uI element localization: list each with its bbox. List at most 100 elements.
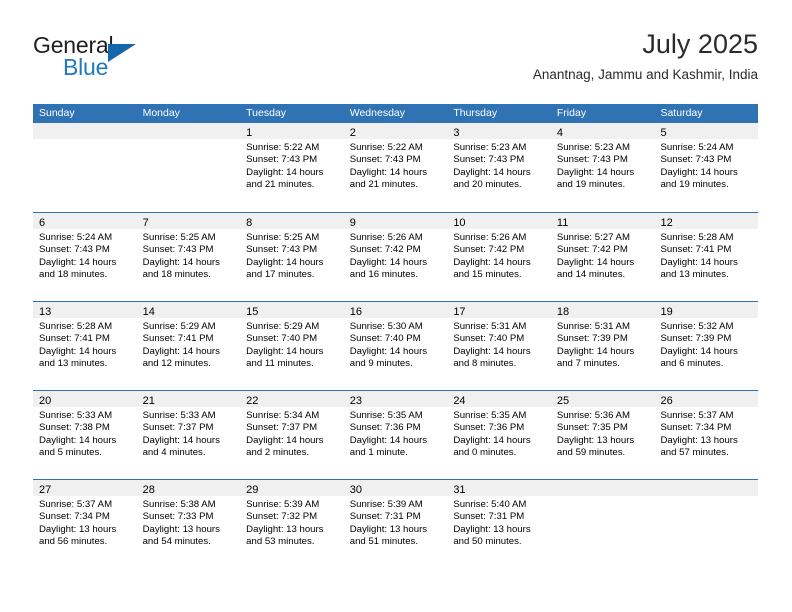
day-number-band: 16 (343, 302, 448, 318)
day-number: 23 (349, 395, 362, 407)
day-detail-line: Sunset: 7:39 PM (660, 333, 732, 345)
day-detail-line: and 7 minutes. (556, 358, 620, 370)
day-cell-12[interactable]: 12 Sunrise: 5:28 AM Sunset: 7:41 PM Dayligh… (654, 213, 759, 301)
day-detail-line: Daylight: 13 hours (349, 523, 428, 535)
day-detail-line: Sunrise: 5:28 AM (660, 232, 734, 243)
day-cell-9[interactable]: 9 Sunrise: 5:26 AM Sunset: 7:42 PM Daylight… (343, 213, 448, 301)
day-details: Sunrise: 5:31 AM Sunset: 7:39 PM Daylight:… (551, 318, 655, 371)
day-cell-31[interactable]: 31 Sunrise: 5:40 AM Sunset: 7:31 PM Dayligh… (447, 480, 551, 568)
day-detail-line: Sunrise: 5:38 AM (142, 499, 216, 510)
day-detail-line: Sunset: 7:36 PM (349, 422, 421, 434)
calendar-week-row: 6 Sunrise: 5:24 AM Sunset: 7:43 PM Daylight… (33, 212, 759, 301)
day-detail-line: and 5 minutes. (39, 447, 102, 459)
day-cell-27[interactable]: 27 Sunrise: 5:37 AM Sunset: 7:34 PM Dayligh… (33, 480, 137, 568)
day-details: Sunrise: 5:29 AM Sunset: 7:41 PM Daylight:… (137, 318, 241, 371)
day-number: 14 (142, 306, 155, 318)
day-detail-line: Daylight: 14 hours (142, 434, 220, 446)
day-detail-line: and 56 minutes. (39, 536, 108, 548)
day-cell-22[interactable]: 22 Sunrise: 5:34 AM Sunset: 7:37 PM Dayligh… (240, 391, 344, 479)
day-details: Sunrise: 5:31 AM Sunset: 7:40 PM Daylight:… (447, 318, 551, 371)
calendar-week-row: 13 Sunrise: 5:28 AM Sunset: 7:41 PM Dayligh… (33, 301, 759, 390)
day-detail-line: Sunset: 7:40 PM (349, 333, 421, 345)
day-detail-line: Sunset: 7:42 PM (453, 244, 525, 256)
weekday-header-tuesday: Tuesday (246, 107, 287, 119)
day-cell-16[interactable]: 16 Sunrise: 5:30 AM Sunset: 7:40 PM Dayligh… (343, 302, 448, 390)
day-number-band (550, 480, 655, 496)
day-detail-line: Daylight: 14 hours (660, 345, 738, 357)
day-detail-line: Daylight: 14 hours (39, 256, 117, 268)
day-cell-1[interactable]: 1 Sunrise: 5:22 AM Sunset: 7:43 PM Daylight… (240, 123, 344, 212)
logo-text-blue: Blue (63, 54, 109, 80)
day-detail-line: Sunset: 7:34 PM (39, 511, 110, 523)
day-detail-line: Daylight: 14 hours (453, 256, 531, 268)
day-cell-19[interactable]: 19 Sunrise: 5:32 AM Sunset: 7:39 PM Dayligh… (654, 302, 759, 390)
day-cell-2[interactable]: 2 Sunrise: 5:22 AM Sunset: 7:43 PM Daylight… (343, 123, 448, 212)
day-cell-5[interactable]: 5 Sunrise: 5:24 AM Sunset: 7:43 PM Daylight… (654, 123, 759, 212)
day-number: 12 (660, 217, 673, 229)
day-detail-line: and 11 minutes. (246, 358, 314, 370)
day-cell-25[interactable]: 25 Sunrise: 5:36 AM Sunset: 7:35 PM Dayligh… (550, 391, 655, 479)
day-cell-28[interactable]: 28 Sunrise: 5:38 AM Sunset: 7:33 PM Dayligh… (136, 480, 241, 568)
day-detail-line: Sunset: 7:35 PM (556, 422, 628, 434)
day-details: Sunrise: 5:27 AM Sunset: 7:42 PM Daylight:… (551, 229, 655, 282)
day-number: 30 (349, 484, 362, 496)
day-number-band: 27 (33, 480, 137, 496)
day-detail-line: and 13 minutes. (39, 358, 108, 370)
day-cell-3[interactable]: 3 Sunrise: 5:23 AM Sunset: 7:43 PM Daylight… (447, 123, 551, 212)
day-detail-line: Sunset: 7:40 PM (246, 333, 318, 345)
day-cell-18[interactable]: 18 Sunrise: 5:31 AM Sunset: 7:39 PM Dayligh… (550, 302, 655, 390)
day-cell-11[interactable]: 11 Sunrise: 5:27 AM Sunset: 7:42 PM Dayligh… (550, 213, 655, 301)
day-detail-line: Sunset: 7:38 PM (39, 422, 110, 434)
day-detail-line: and 18 minutes. (142, 269, 211, 281)
day-number-band: 8 (240, 213, 344, 229)
day-number: 16 (349, 306, 362, 318)
day-number: 26 (660, 395, 673, 407)
weekday-header-friday: Friday (556, 107, 587, 119)
day-cell-21[interactable]: 21 Sunrise: 5:33 AM Sunset: 7:37 PM Dayligh… (136, 391, 241, 479)
day-cell-empty (136, 123, 241, 212)
day-detail-line: and 54 minutes. (142, 536, 211, 548)
day-cell-7[interactable]: 7 Sunrise: 5:25 AM Sunset: 7:43 PM Daylight… (136, 213, 241, 301)
day-detail-line: Daylight: 13 hours (453, 523, 531, 535)
day-detail-line: Sunset: 7:31 PM (349, 511, 421, 523)
day-number: 20 (39, 395, 52, 407)
day-cell-23[interactable]: 23 Sunrise: 5:35 AM Sunset: 7:36 PM Dayligh… (343, 391, 448, 479)
day-number: 27 (39, 484, 52, 496)
day-detail-line: Sunrise: 5:31 AM (453, 321, 527, 332)
day-cell-13[interactable]: 13 Sunrise: 5:28 AM Sunset: 7:41 PM Dayligh… (33, 302, 137, 390)
day-detail-line: Sunset: 7:36 PM (453, 422, 525, 434)
day-number-band: 2 (343, 123, 448, 139)
day-cell-15[interactable]: 15 Sunrise: 5:29 AM Sunset: 7:40 PM Dayligh… (240, 302, 344, 390)
day-cell-30[interactable]: 30 Sunrise: 5:39 AM Sunset: 7:31 PM Dayligh… (343, 480, 448, 568)
day-details: Sunrise: 5:28 AM Sunset: 7:41 PM Daylight:… (33, 318, 137, 371)
day-number-band: 4 (550, 123, 655, 139)
day-detail-line: Daylight: 14 hours (246, 345, 324, 357)
day-number: 5 (660, 127, 667, 139)
calendar-week-row: 1 Sunrise: 5:22 AM Sunset: 7:43 PM Daylight… (33, 123, 759, 212)
day-number: 28 (142, 484, 155, 496)
day-cell-6[interactable]: 6 Sunrise: 5:24 AM Sunset: 7:43 PM Daylight… (33, 213, 137, 301)
day-number-band: 18 (550, 302, 655, 318)
day-cell-8[interactable]: 8 Sunrise: 5:25 AM Sunset: 7:43 PM Daylight… (240, 213, 344, 301)
day-detail-line: Sunrise: 5:27 AM (556, 232, 630, 243)
day-detail-line: Sunrise: 5:25 AM (142, 232, 216, 243)
day-detail-line: Sunset: 7:41 PM (39, 333, 110, 345)
day-detail-line: and 21 minutes. (246, 179, 315, 191)
day-details: Sunrise: 5:24 AM Sunset: 7:43 PM Daylight:… (33, 229, 137, 282)
day-cell-17[interactable]: 17 Sunrise: 5:31 AM Sunset: 7:40 PM Dayligh… (447, 302, 551, 390)
day-cell-26[interactable]: 26 Sunrise: 5:37 AM Sunset: 7:34 PM Dayligh… (654, 391, 759, 479)
day-cell-20[interactable]: 20 Sunrise: 5:33 AM Sunset: 7:38 PM Dayligh… (33, 391, 137, 479)
day-details: Sunrise: 5:37 AM Sunset: 7:34 PM Daylight:… (33, 496, 137, 549)
day-details: Sunrise: 5:33 AM Sunset: 7:38 PM Daylight:… (33, 407, 137, 460)
day-cell-14[interactable]: 14 Sunrise: 5:29 AM Sunset: 7:41 PM Dayligh… (136, 302, 241, 390)
day-cell-24[interactable]: 24 Sunrise: 5:35 AM Sunset: 7:36 PM Dayligh… (447, 391, 551, 479)
day-detail-line: Sunset: 7:37 PM (142, 422, 214, 434)
day-detail-line: and 20 minutes. (453, 179, 522, 191)
day-details: Sunrise: 5:30 AM Sunset: 7:40 PM Daylight:… (344, 318, 448, 371)
day-cell-4[interactable]: 4 Sunrise: 5:23 AM Sunset: 7:43 PM Daylight… (550, 123, 655, 212)
day-details: Sunrise: 5:23 AM Sunset: 7:43 PM Daylight:… (551, 139, 655, 192)
day-number-band: 29 (240, 480, 344, 496)
day-cell-10[interactable]: 10 Sunrise: 5:26 AM Sunset: 7:42 PM Dayligh… (447, 213, 551, 301)
day-number-band (654, 480, 759, 496)
day-cell-29[interactable]: 29 Sunrise: 5:39 AM Sunset: 7:32 PM Dayligh… (240, 480, 344, 568)
